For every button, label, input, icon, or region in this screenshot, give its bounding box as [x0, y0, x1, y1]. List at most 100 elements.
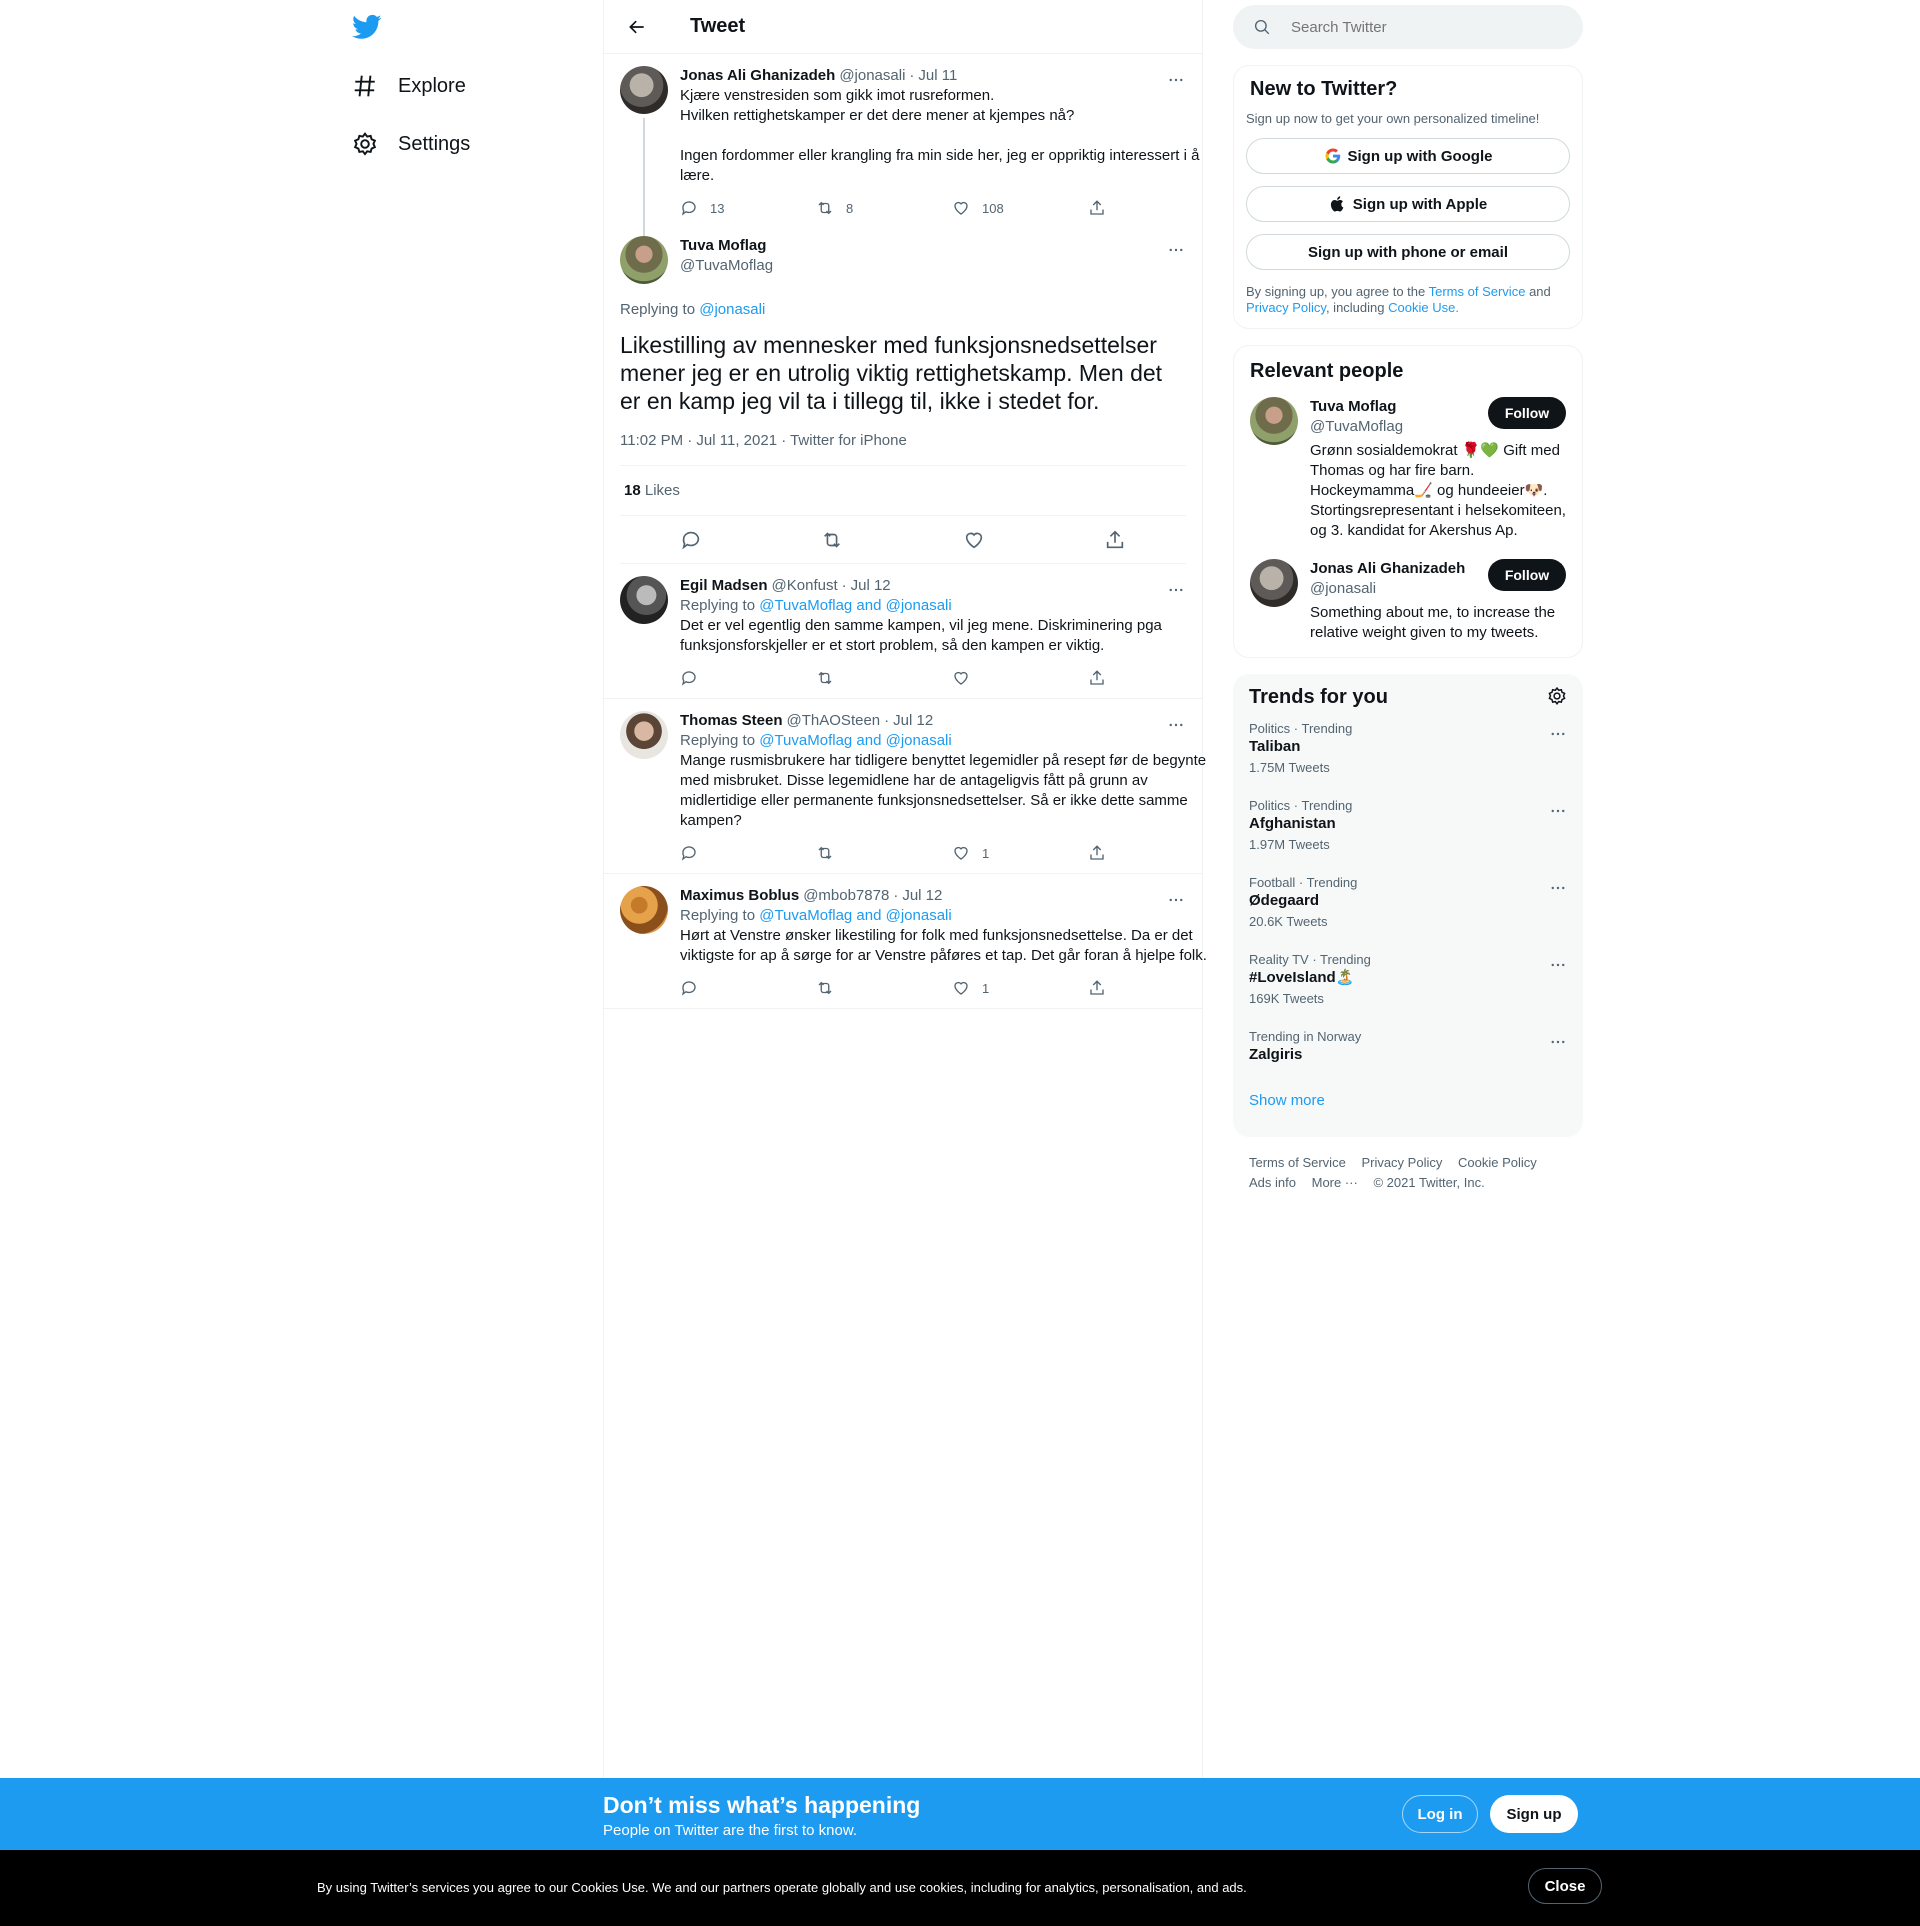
reply-icon[interactable] — [680, 529, 702, 551]
avatar[interactable] — [620, 711, 668, 759]
share-button[interactable] — [1088, 979, 1224, 997]
tweet-date[interactable]: Jul 12 — [893, 711, 933, 731]
replying-to-link[interactable]: @jonasali — [699, 301, 765, 318]
reply-button[interactable] — [680, 844, 816, 862]
footer-cookie-link[interactable]: Cookie Policy — [1458, 1155, 1537, 1170]
share-button[interactable] — [1088, 844, 1224, 862]
reply-tweet[interactable]: Thomas Steen @ThAOSteen · Jul 12 Replyin… — [604, 699, 1206, 874]
avatar[interactable] — [620, 66, 668, 114]
avatar[interactable] — [1250, 559, 1298, 607]
cookie-link[interactable]: Cookie Use. — [1388, 300, 1459, 315]
follow-button[interactable]: Follow — [1488, 559, 1566, 591]
more-icon[interactable] — [1166, 715, 1186, 735]
person-item[interactable]: Jonas Ali Ghanizadeh @jonasali Something… — [1246, 541, 1570, 643]
signup-button[interactable]: Sign up — [1490, 1795, 1578, 1833]
share-icon — [1090, 845, 1104, 860]
reply-button[interactable] — [680, 979, 816, 997]
signup-google-button[interactable]: Sign up with Google — [1246, 138, 1570, 174]
signup-apple-button[interactable]: Sign up with Apple — [1246, 186, 1570, 222]
author-handle[interactable]: @ThAOSteen — [787, 711, 881, 731]
retweet-button[interactable]: 8 — [816, 199, 952, 217]
share-icon[interactable] — [1104, 529, 1126, 551]
twitter-logo-icon[interactable] — [352, 12, 382, 42]
trend-item[interactable]: Football · Trending Ødegaard 20.6K Tweet… — [1233, 863, 1583, 940]
reply-tweet[interactable]: Maximus Boblus @mbob7878 · Jul 12 Replyi… — [604, 874, 1207, 1009]
trend-item[interactable]: Trending in Norway Zalgiris — [1233, 1017, 1583, 1076]
footer-ads-link[interactable]: Ads info — [1249, 1175, 1296, 1190]
retweet-icon[interactable] — [821, 529, 843, 551]
search-input[interactable] — [1291, 18, 1551, 36]
more-icon[interactable] — [1549, 879, 1567, 897]
show-more-link[interactable]: Show more — [1233, 1076, 1583, 1125]
avatar[interactable] — [1250, 397, 1298, 445]
signup-legal: By signing up, you agree to the Terms of… — [1246, 284, 1570, 316]
trend-item[interactable]: Politics · Trending Afghanistan 1.97M Tw… — [1233, 786, 1583, 863]
footer-more-link[interactable]: More ··· — [1312, 1175, 1358, 1190]
author-handle[interactable]: @jonasali — [839, 66, 905, 86]
likes-summary[interactable]: 18 Likes — [620, 466, 1186, 516]
like-button[interactable]: 1 — [952, 844, 1088, 862]
replying-to-link[interactable]: @TuvaMoflag and @jonasali — [759, 732, 952, 749]
privacy-link[interactable]: Privacy Policy — [1246, 300, 1326, 315]
tos-link[interactable]: Terms of Service — [1429, 284, 1526, 299]
reply-button[interactable]: 13 — [680, 199, 816, 217]
author-name[interactable]: Maximus Boblus — [680, 886, 799, 906]
nav-explore[interactable]: Explore — [352, 64, 466, 108]
reply-button[interactable] — [680, 669, 816, 687]
heart-icon[interactable] — [963, 529, 985, 551]
follow-button[interactable]: Follow — [1488, 397, 1566, 429]
signup-phone-button[interactable]: Sign up with phone or email — [1246, 234, 1570, 270]
share-button[interactable] — [1088, 669, 1224, 687]
more-icon[interactable] — [1166, 70, 1186, 90]
tweet-date[interactable]: Jul 12 — [851, 576, 891, 596]
reply-tweet[interactable]: Egil Madsen @Konfust · Jul 12 Replying t… — [604, 564, 1202, 699]
back-button[interactable] — [620, 10, 654, 44]
author-name[interactable]: Thomas Steen — [680, 711, 783, 731]
gear-icon[interactable] — [1547, 686, 1567, 706]
more-icon[interactable] — [1549, 725, 1567, 743]
like-button[interactable]: 1 — [952, 979, 1088, 997]
tweet-timestamp[interactable]: 11:02 PM · Jul 11, 2021 · Twitter for iP… — [620, 431, 1186, 466]
retweet-button[interactable] — [816, 844, 952, 862]
avatar[interactable] — [620, 236, 668, 284]
trend-name: Zalgiris — [1249, 1046, 1303, 1063]
avatar[interactable] — [620, 886, 668, 934]
replying-to-link[interactable]: @TuvaMoflag and @jonasali — [759, 597, 952, 614]
trend-meta: Trending in Norway — [1249, 1029, 1362, 1044]
author-handle[interactable]: @TuvaMoflag — [680, 256, 773, 276]
search-box[interactable] — [1233, 5, 1583, 49]
avatar[interactable] — [620, 576, 668, 624]
more-icon[interactable] — [1166, 890, 1186, 910]
login-button[interactable]: Log in — [1402, 1795, 1478, 1833]
trend-meta: Reality TV · Trending — [1249, 952, 1371, 967]
tweet-date[interactable]: Jul 11 — [918, 66, 957, 86]
person-item[interactable]: Tuva Moflag @TuvaMoflag Grønn sosialdemo… — [1246, 383, 1570, 541]
tweet-text: Mange rusmisbrukere har tidligere benytt… — [680, 752, 1207, 829]
more-icon[interactable] — [1549, 956, 1567, 974]
parent-tweet[interactable]: Jonas Ali Ghanizadeh @jonasali · Jul 11 … — [604, 54, 1202, 250]
tweet-date[interactable]: Jul 12 — [902, 886, 942, 906]
footer-privacy-link[interactable]: Privacy Policy — [1361, 1155, 1442, 1170]
like-button[interactable] — [952, 669, 1088, 687]
more-icon[interactable] — [1166, 580, 1186, 600]
tweet-column: Tweet Jonas Ali Ghanizadeh @jonasali · J… — [603, 0, 1207, 1780]
author-handle[interactable]: @mbob7878 — [803, 886, 889, 906]
more-icon[interactable] — [1549, 802, 1567, 820]
trend-item[interactable]: Reality TV · Trending #LoveIsland🏝️ 169K… — [1233, 940, 1583, 1017]
share-button[interactable] — [1088, 199, 1224, 217]
trend-item[interactable]: Politics · Trending Taliban 1.75M Tweets — [1233, 709, 1583, 786]
footer-tos-link[interactable]: Terms of Service — [1249, 1155, 1346, 1170]
more-icon[interactable] — [1549, 1033, 1567, 1051]
retweet-button[interactable] — [816, 979, 952, 997]
retweet-button[interactable] — [816, 669, 952, 687]
like-button[interactable]: 108 — [952, 199, 1088, 217]
more-icon[interactable] — [1166, 240, 1186, 260]
author-name[interactable]: Tuva Moflag — [680, 236, 773, 256]
author-name[interactable]: Jonas Ali Ghanizadeh — [680, 66, 835, 86]
replying-to-link[interactable]: @TuvaMoflag and @jonasali — [759, 907, 952, 924]
page-title: Tweet — [690, 15, 746, 37]
close-button[interactable]: Close — [1528, 1868, 1602, 1904]
author-name[interactable]: Egil Madsen — [680, 576, 768, 596]
nav-settings[interactable]: Settings — [352, 122, 470, 166]
author-handle[interactable]: @Konfust — [772, 576, 838, 596]
